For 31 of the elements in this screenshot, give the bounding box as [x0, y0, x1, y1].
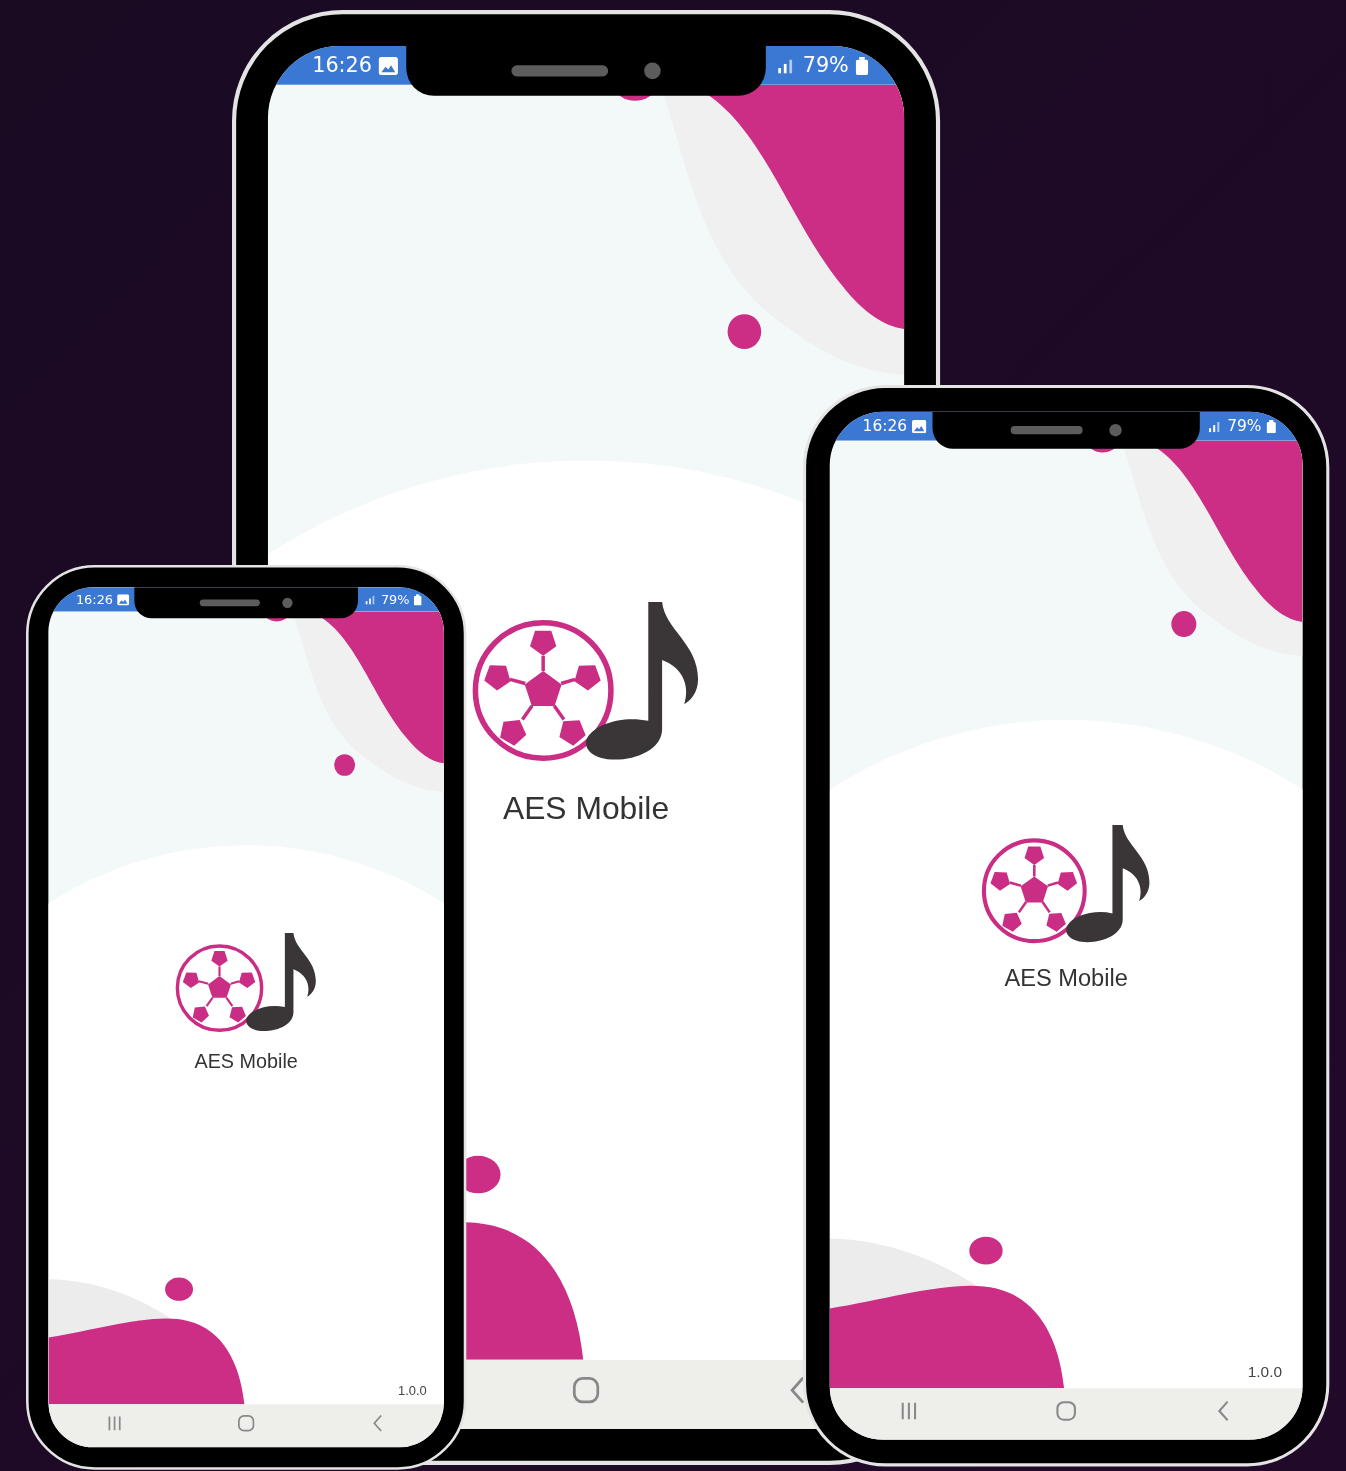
status-time: 16:26	[312, 54, 372, 76]
soccer-ball-icon	[980, 837, 1088, 945]
version-label: 1.0.0	[398, 1382, 427, 1398]
camera-lens	[644, 62, 661, 80]
status-time: 16:26	[75, 592, 114, 606]
speaker-grille	[199, 599, 260, 607]
image-icon	[117, 593, 130, 605]
soccer-ball-icon	[471, 618, 616, 763]
recents-icon[interactable]	[107, 1415, 122, 1431]
image-icon	[378, 56, 399, 75]
version-label: 1.0.0	[1247, 1362, 1283, 1381]
back-icon[interactable]	[789, 1376, 807, 1405]
recents-icon[interactable]	[900, 1401, 917, 1421]
battery-icon	[1266, 419, 1276, 433]
status-time: 16:26	[862, 418, 908, 434]
camera-lens	[282, 597, 293, 608]
home-icon[interactable]	[237, 1414, 255, 1432]
camera-lens	[1109, 424, 1122, 437]
battery-percentage: 79%	[380, 592, 410, 606]
image-icon	[912, 419, 927, 433]
home-icon[interactable]	[572, 1376, 600, 1405]
battery-percentage: 79%	[1227, 418, 1262, 434]
app-title: AES Mobile	[502, 790, 670, 828]
battery-percentage: 79%	[802, 54, 849, 76]
battery-icon	[855, 56, 869, 75]
battery-icon	[413, 593, 422, 605]
app-title: AES Mobile	[194, 1050, 298, 1074]
home-icon[interactable]	[1055, 1400, 1077, 1422]
app-title: AES Mobile	[1004, 964, 1128, 993]
signal-icon	[364, 594, 377, 605]
soccer-ball-icon	[174, 943, 265, 1033]
